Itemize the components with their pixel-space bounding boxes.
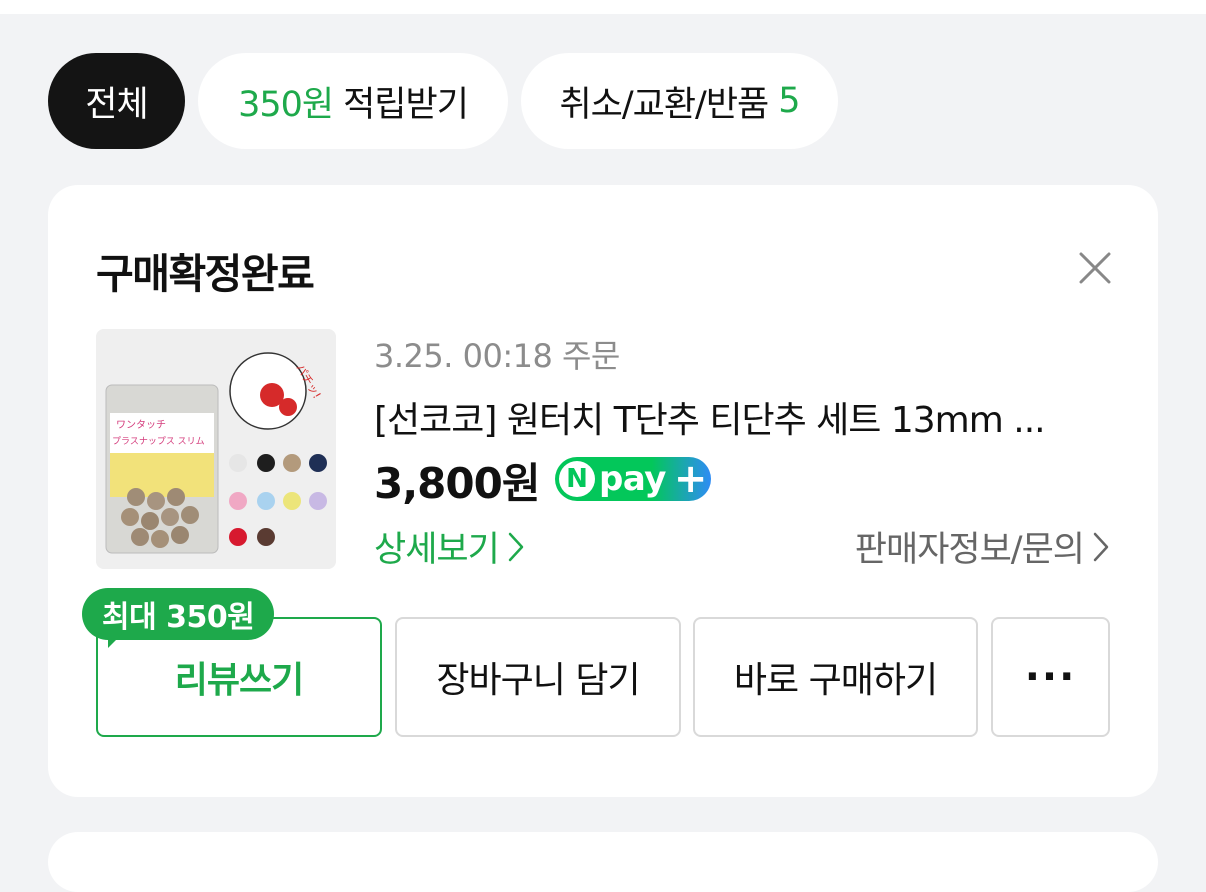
npay-logo: N pay + (555, 457, 711, 501)
seller-info-link[interactable]: 판매자정보/문의 (855, 521, 1110, 572)
filter-chip-all[interactable]: 전체 (48, 53, 185, 149)
filter-chip-points[interactable]: 350원 적립받기 (198, 53, 508, 149)
npay-pay-text: pay (599, 459, 666, 499)
write-review-label: 리뷰쓰기 (174, 660, 304, 701)
thumbnail-brand-text: ワンタッチ (116, 419, 166, 431)
filter-chip-cancel-exchange-return[interactable]: 취소/교환/반품 5 (521, 53, 838, 149)
chevron-right-icon (508, 532, 524, 561)
review-reward-badge-tail (108, 632, 124, 648)
cancel-count: 5 (778, 81, 800, 121)
points-amount: 350원 (238, 84, 334, 125)
chevron-right-icon (1093, 532, 1109, 561)
npay-plus-mark: + (673, 456, 708, 502)
product-image: ワンタッチ プラスナップス スリム パチッ! (96, 329, 336, 569)
more-options-icon: ··· (1024, 654, 1077, 700)
detail-view-label: 상세보기 (374, 530, 500, 570)
add-to-cart-label: 장바구니 담기 (436, 660, 640, 701)
add-to-cart-button[interactable]: 장바구니 담기 (395, 617, 681, 737)
buy-now-label: 바로 구매하기 (733, 660, 938, 701)
more-options-button[interactable]: ··· (991, 617, 1110, 737)
next-order-card (48, 832, 1158, 892)
order-status-title: 구매확정완료 (96, 250, 315, 298)
product-price: 3,800원 (374, 459, 540, 508)
cancel-label: 취소/교환/반품 (559, 84, 769, 125)
order-card: 구매확정완료 ワンタッチ プラスナップス スリム パチッ! 3.25. 00:1… (48, 185, 1158, 797)
buy-now-button[interactable]: 바로 구매하기 (693, 617, 978, 737)
filter-chip-all-label: 전체 (85, 84, 148, 125)
close-icon[interactable] (1076, 249, 1114, 287)
product-thumbnail[interactable]: ワンタッチ プラスナップス スリム パチッ! (96, 329, 336, 569)
seller-info-label: 판매자정보/문의 (854, 530, 1085, 570)
points-label: 적립받기 (343, 84, 469, 125)
top-strip (0, 0, 1206, 14)
product-name[interactable]: [선코코] 원터치 T단추 티단추 세트 13mm ... (374, 391, 1094, 443)
thumbnail-name-text: プラスナップス スリム (112, 436, 205, 447)
review-reward-label: 최대 350원 (102, 600, 255, 635)
npay-n-mark: N (559, 461, 595, 497)
order-date: 3.25. 00:18 주문 (374, 337, 620, 375)
detail-view-link[interactable]: 상세보기 (374, 521, 525, 572)
